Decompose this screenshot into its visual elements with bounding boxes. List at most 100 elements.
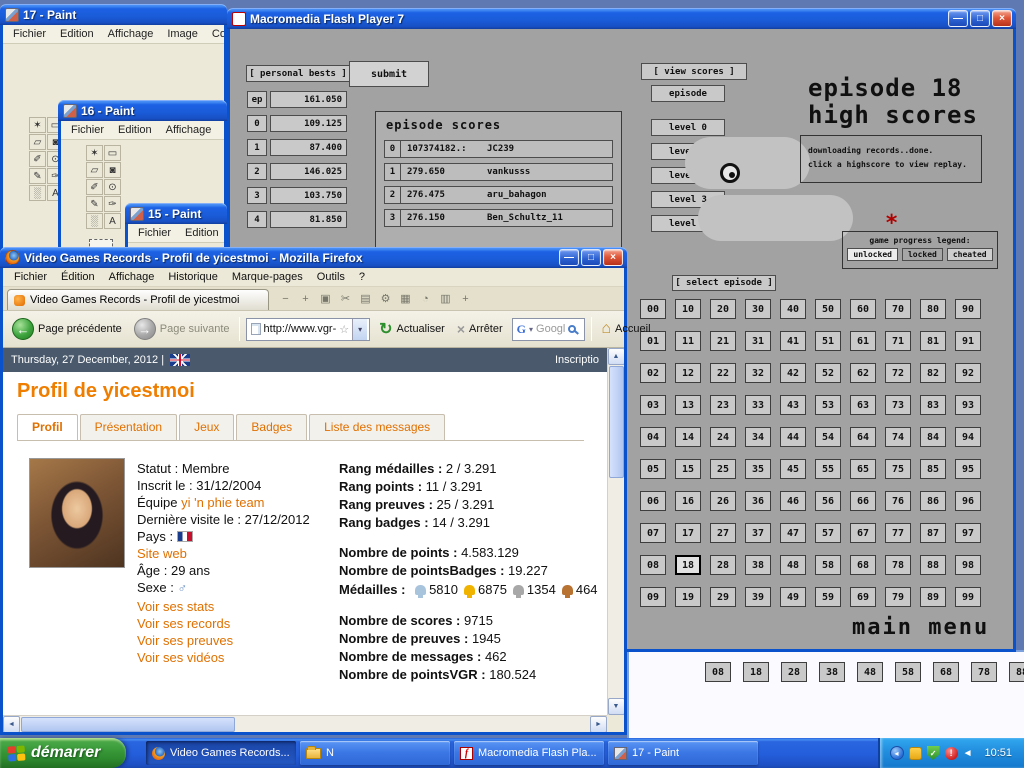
firefox-minimize-button[interactable]: — xyxy=(559,249,579,266)
paint15-menu-item[interactable]: Fichier xyxy=(132,226,177,240)
paste-icon[interactable]: ▤ xyxy=(359,292,372,305)
scroll-up-button[interactable]: ▲ xyxy=(608,348,625,365)
paint16-menu-item[interactable]: Im xyxy=(219,123,227,137)
fill-tool-icon[interactable]: ◙ xyxy=(104,162,121,178)
episode-cell-27[interactable]: 27 xyxy=(710,523,736,543)
episode-cell-61[interactable]: 61 xyxy=(850,331,876,351)
episode-cell-54[interactable]: 54 xyxy=(815,427,841,447)
refresh-button[interactable]: ↻ Actualiser xyxy=(376,317,448,341)
magnifier-tool-icon[interactable]: ⊙ xyxy=(104,179,121,195)
flash-titlebar[interactable]: Macromedia Flash Player 7 — □ × xyxy=(227,8,1016,29)
cut-icon[interactable]: ✂ xyxy=(339,292,352,305)
profile-action-link[interactable]: Voir ses stats xyxy=(137,598,233,615)
episode-score-row[interactable]: 3276.150Ben_Schultz_11 xyxy=(384,209,613,227)
paint16-menu-item[interactable]: Affichage xyxy=(160,123,218,137)
episode-cell-38[interactable]: 38 xyxy=(745,555,771,575)
episode-cell-49[interactable]: 49 xyxy=(780,587,806,607)
search-engine-dropdown[interactable]: ▾ xyxy=(529,325,533,334)
color-picker-tool-icon[interactable]: ✐ xyxy=(86,179,103,195)
episode-cell-79[interactable]: 79 xyxy=(885,587,911,607)
paint17-menu-item[interactable]: Affichage xyxy=(102,27,160,41)
profile-tab[interactable]: Liste des messages xyxy=(309,414,445,440)
episode-cell-12[interactable]: 12 xyxy=(675,363,701,383)
uk-flag-icon[interactable] xyxy=(170,354,190,366)
episode-cell-14[interactable]: 14 xyxy=(675,427,701,447)
pencil-tool-icon[interactable]: ✎ xyxy=(29,168,46,184)
episode-cell-08[interactable]: 08 xyxy=(640,555,666,575)
episode-score-row[interactable]: 0107374182.:JC239 xyxy=(384,140,613,158)
episode-cell-26[interactable]: 26 xyxy=(710,491,736,511)
stop-button[interactable]: × Arrêter xyxy=(454,319,506,339)
episode-cell-76[interactable]: 76 xyxy=(885,491,911,511)
episode-cell-74[interactable]: 74 xyxy=(885,427,911,447)
flash-close-button[interactable]: × xyxy=(992,10,1012,27)
episode-cell-23[interactable]: 23 xyxy=(710,395,736,415)
taskbar-item[interactable]: Video Games Records... xyxy=(146,741,296,765)
episode-cell-66[interactable]: 66 xyxy=(850,491,876,511)
tray-alert-icon[interactable]: ! xyxy=(945,747,958,760)
taskbar-item[interactable]: Macromedia Flash Pla... xyxy=(454,741,604,765)
profile-link[interactable]: Site web xyxy=(137,546,187,561)
bg-episode-cell-08[interactable]: 08 xyxy=(705,662,731,682)
episode-cell-37[interactable]: 37 xyxy=(745,523,771,543)
episode-cell-94[interactable]: 94 xyxy=(955,427,981,447)
episode-cell-81[interactable]: 81 xyxy=(920,331,946,351)
start-button[interactable]: démarrer xyxy=(0,738,126,768)
vertical-scrollbar[interactable]: ▲ ▼ xyxy=(607,348,624,715)
episode-cell-42[interactable]: 42 xyxy=(780,363,806,383)
episode-cell-89[interactable]: 89 xyxy=(920,587,946,607)
flash-minimize-button[interactable]: — xyxy=(948,10,968,27)
episode-cell-18[interactable]: 18 xyxy=(675,555,701,575)
episode-cell-35[interactable]: 35 xyxy=(745,459,771,479)
firefox-titlebar[interactable]: Video Games Records - Profil de yicestmo… xyxy=(0,247,627,268)
episode-cell-28[interactable]: 28 xyxy=(710,555,736,575)
scroll-down-button[interactable]: ▼ xyxy=(608,698,625,715)
episode-cell-72[interactable]: 72 xyxy=(885,363,911,383)
color-picker-tool-icon[interactable]: ✐ xyxy=(29,151,46,167)
firefox-menu-item[interactable]: Historique xyxy=(161,270,225,284)
add-icon[interactable]: + xyxy=(459,293,472,305)
episode-cell-93[interactable]: 93 xyxy=(955,395,981,415)
url-dropdown-button[interactable]: ▾ xyxy=(352,319,367,340)
profile-tab[interactable]: Profil xyxy=(17,414,78,440)
episode-cell-17[interactable]: 17 xyxy=(675,523,701,543)
bookmark-star-icon[interactable]: ☆ xyxy=(339,323,349,336)
episode-cell-25[interactable]: 25 xyxy=(710,459,736,479)
minus-icon[interactable]: − xyxy=(279,293,292,305)
episode-cell-84[interactable]: 84 xyxy=(920,427,946,447)
episode-cell-11[interactable]: 11 xyxy=(675,331,701,351)
rect-select-tool-icon[interactable]: ▭ xyxy=(104,145,121,161)
bg-episode-cell-48[interactable]: 48 xyxy=(857,662,883,682)
paint17-menu-item[interactable]: Couleu xyxy=(206,27,227,41)
grid-icon[interactable]: ▦ xyxy=(399,292,412,305)
personal-best-score[interactable]: 103.750 xyxy=(270,187,347,204)
episode-cell-70[interactable]: 70 xyxy=(885,299,911,319)
episode-cell-65[interactable]: 65 xyxy=(850,459,876,479)
episode-cell-85[interactable]: 85 xyxy=(920,459,946,479)
firefox-close-button[interactable]: × xyxy=(603,249,623,266)
episode-cell-40[interactable]: 40 xyxy=(780,299,806,319)
profile-action-link[interactable]: Voir ses vidéos xyxy=(137,649,233,666)
bg-episode-cell-28[interactable]: 28 xyxy=(781,662,807,682)
episode-cell-22[interactable]: 22 xyxy=(710,363,736,383)
episode-cell-97[interactable]: 97 xyxy=(955,523,981,543)
main-menu-button[interactable]: main menu xyxy=(852,615,989,640)
episode-cell-98[interactable]: 98 xyxy=(955,555,981,575)
episode-cell-06[interactable]: 06 xyxy=(640,491,666,511)
firefox-menu-item[interactable]: Marque-pages xyxy=(225,270,310,284)
pencil-tool-icon[interactable]: ✎ xyxy=(86,196,103,212)
airbrush-tool-icon[interactable]: ░ xyxy=(86,213,103,229)
episode-cell-04[interactable]: 04 xyxy=(640,427,666,447)
episode-cell-69[interactable]: 69 xyxy=(850,587,876,607)
episode-cell-91[interactable]: 91 xyxy=(955,331,981,351)
tray-security-icon[interactable]: ✓ xyxy=(927,746,940,760)
personal-best-score[interactable]: 161.050 xyxy=(270,91,347,108)
airbrush-tool-icon[interactable]: ░ xyxy=(29,185,46,201)
profile-tab[interactable]: Présentation xyxy=(80,414,177,440)
firefox-menu-item[interactable]: Édition xyxy=(54,270,102,284)
view-score-button[interactable]: episode xyxy=(651,85,725,102)
history-icon[interactable]: ◔ xyxy=(419,293,432,305)
episode-cell-20[interactable]: 20 xyxy=(710,299,736,319)
episode-cell-31[interactable]: 31 xyxy=(745,331,771,351)
episode-cell-21[interactable]: 21 xyxy=(710,331,736,351)
